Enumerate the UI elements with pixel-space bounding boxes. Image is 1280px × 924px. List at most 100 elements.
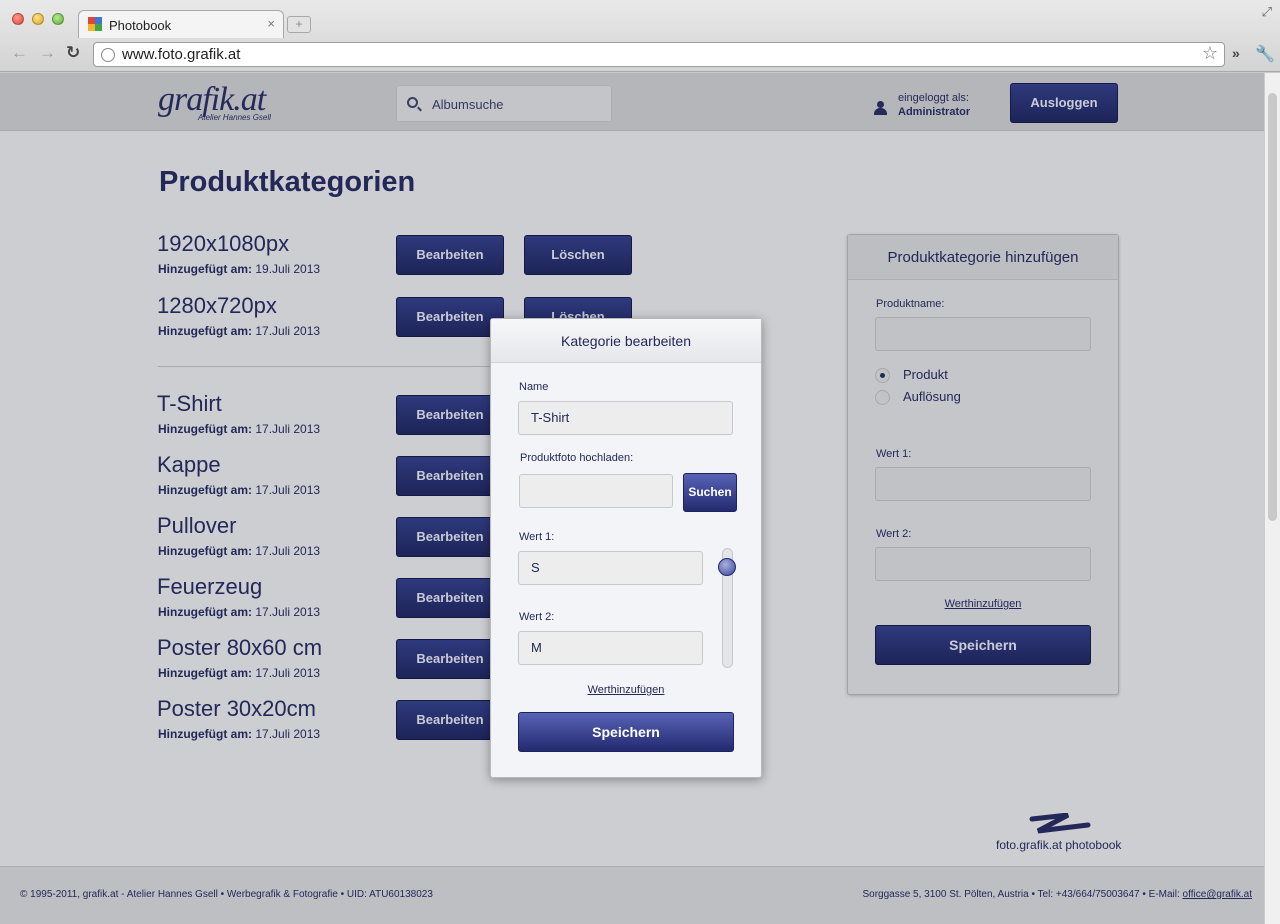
login-username: Administrator <box>898 106 971 118</box>
extensions-chevron-icon[interactable]: » <box>1232 45 1240 61</box>
reload-icon[interactable]: ↻ <box>66 44 80 62</box>
category-name: 1920x1080px <box>157 231 290 256</box>
name-input[interactable]: T-Shirt <box>518 401 733 435</box>
category-date: Hinzugefügt am: 17.Juli 2013 <box>158 666 320 680</box>
save-button[interactable]: Speichern <box>875 625 1091 665</box>
date-value: 17.Juli 2013 <box>255 666 321 680</box>
address-bar[interactable]: www.foto.grafik.at ☆ <box>93 42 1225 67</box>
album-search-input[interactable]: Albumsuche <box>396 85 612 122</box>
category-name: Kappe <box>157 452 221 477</box>
value1-input[interactable] <box>875 467 1091 501</box>
zoom-window-button[interactable] <box>52 13 64 25</box>
category-name: T-Shirt <box>157 391 222 416</box>
edit-category-dialog: Kategorie bearbeiten Name T-Shirt Produk… <box>490 318 762 778</box>
dialog-title: Kategorie bearbeiten <box>491 319 761 363</box>
category-date: Hinzugefügt am: 17.Juli 2013 <box>158 324 320 338</box>
add-category-title: Produktkategorie hinzufügen <box>848 235 1118 280</box>
scrollbar-thumb[interactable] <box>1268 93 1277 521</box>
add-value-link[interactable]: Werthinzufügen <box>848 598 1118 610</box>
back-icon[interactable]: ← <box>11 44 28 62</box>
add-category-panel: Produktkategorie hinzufügen Produktname:… <box>847 234 1119 695</box>
added-label: Hinzugefügt am: <box>158 544 252 558</box>
date-value: 17.Juli 2013 <box>255 727 321 741</box>
brand-signature-icon <box>1029 813 1091 834</box>
close-window-button[interactable] <box>12 13 24 25</box>
browser-chrome: Photobook × + ⤢ ← → ↻ www.foto.grafik.at… <box>0 0 1280 72</box>
url-text: www.foto.grafik.at <box>122 46 241 63</box>
page-title: Produktkategorien <box>159 166 416 198</box>
category-date: Hinzugefügt am: 17.Juli 2013 <box>158 727 320 741</box>
category-date: Hinzugefügt am: 19.Juli 2013 <box>158 262 320 276</box>
category-date: Hinzugefügt am: 17.Juli 2013 <box>158 483 320 497</box>
radio-resolution[interactable] <box>875 390 890 405</box>
edit-button[interactable]: Bearbeiten <box>396 297 504 337</box>
value1-label: Wert 1: <box>876 448 912 460</box>
footer-contact: Sorggasse 5, 3100 St. Pölten, Austria • … <box>862 889 1252 900</box>
product-name-label: Produktname: <box>876 298 945 310</box>
footer-address: Sorggasse 5, 3100 St. Pölten, Austria • … <box>862 889 1183 900</box>
footer-copyright: © 1995-2011, grafik.at - Atelier Hannes … <box>20 889 433 900</box>
tab-close-icon[interactable]: × <box>267 16 275 31</box>
value2-label: Wert 2: <box>519 611 555 623</box>
favicon-icon <box>88 17 102 31</box>
search-icon <box>407 97 418 108</box>
edit-button[interactable]: Bearbeiten <box>396 235 504 275</box>
date-value: 17.Juli 2013 <box>255 483 321 497</box>
wrench-menu-icon[interactable]: 🔧 <box>1255 44 1275 64</box>
footer-email-link[interactable]: office@grafik.at <box>1183 889 1252 900</box>
logo-subtitle: Atelier Hannes Gsell <box>198 113 271 122</box>
delete-button[interactable]: Löschen <box>524 235 632 275</box>
category-date: Hinzugefügt am: 17.Juli 2013 <box>158 605 320 619</box>
value2-input[interactable]: M <box>518 631 703 665</box>
site-header: grafik.at Atelier Hannes Gsell Albumsuch… <box>0 73 1264 131</box>
forward-icon[interactable]: → <box>39 44 56 62</box>
upload-label: Produktfoto hochladen: <box>520 452 634 464</box>
category-name: Pullover <box>157 513 237 538</box>
browse-button[interactable]: Suchen <box>683 473 737 512</box>
edit-button[interactable]: Bearbeiten <box>396 700 504 740</box>
edit-button[interactable]: Bearbeiten <box>396 578 504 618</box>
brand-text: foto.grafik.at photobook <box>996 838 1122 852</box>
edit-button[interactable]: Bearbeiten <box>396 517 504 557</box>
page-scrollbar[interactable] <box>1264 73 1280 924</box>
edit-button[interactable]: Bearbeiten <box>396 395 504 435</box>
date-value: 19.Juli 2013 <box>255 262 321 276</box>
value2-input[interactable] <box>875 547 1091 581</box>
radio-product-label: Produkt <box>903 367 948 382</box>
radio-resolution-label: Auflösung <box>903 389 961 404</box>
product-name-input[interactable] <box>875 317 1091 351</box>
save-button[interactable]: Speichern <box>518 712 734 752</box>
upload-file-input[interactable] <box>519 474 673 508</box>
category-name: 1280x720px <box>157 293 277 318</box>
logout-button[interactable]: Ausloggen <box>1010 83 1118 123</box>
radio-product[interactable] <box>875 368 890 383</box>
user-icon <box>874 101 887 115</box>
edit-button[interactable]: Bearbeiten <box>396 456 504 496</box>
new-tab-button[interactable]: + <box>287 16 311 33</box>
value1-input[interactable]: S <box>518 551 703 585</box>
added-label: Hinzugefügt am: <box>158 262 252 276</box>
add-value-link[interactable]: Werthinzufügen <box>491 684 761 696</box>
category-name: Feuerzeug <box>157 574 263 599</box>
added-label: Hinzugefügt am: <box>158 727 252 741</box>
value2-label: Wert 2: <box>876 528 912 540</box>
search-placeholder: Albumsuche <box>432 97 504 112</box>
browser-tab[interactable]: Photobook × <box>78 10 284 38</box>
category-name: Poster 30x20cm <box>157 696 316 721</box>
resize-icon[interactable]: ⤢ <box>1262 4 1272 20</box>
bookmark-star-icon[interactable]: ☆ <box>1202 43 1218 64</box>
date-value: 17.Juli 2013 <box>255 605 321 619</box>
edit-button[interactable]: Bearbeiten <box>396 639 504 679</box>
divider <box>158 366 503 367</box>
added-label: Hinzugefügt am: <box>158 422 252 436</box>
value1-label: Wert 1: <box>519 531 555 543</box>
added-label: Hinzugefügt am: <box>158 605 252 619</box>
values-scroll-handle[interactable] <box>718 558 736 576</box>
added-label: Hinzugefügt am: <box>158 324 252 338</box>
tab-title: Photobook <box>109 18 172 33</box>
site-footer: © 1995-2011, grafik.at - Atelier Hannes … <box>0 866 1264 924</box>
minimize-window-button[interactable] <box>32 13 44 25</box>
category-date: Hinzugefügt am: 17.Juli 2013 <box>158 422 320 436</box>
date-value: 17.Juli 2013 <box>255 544 321 558</box>
date-value: 17.Juli 2013 <box>255 324 321 338</box>
